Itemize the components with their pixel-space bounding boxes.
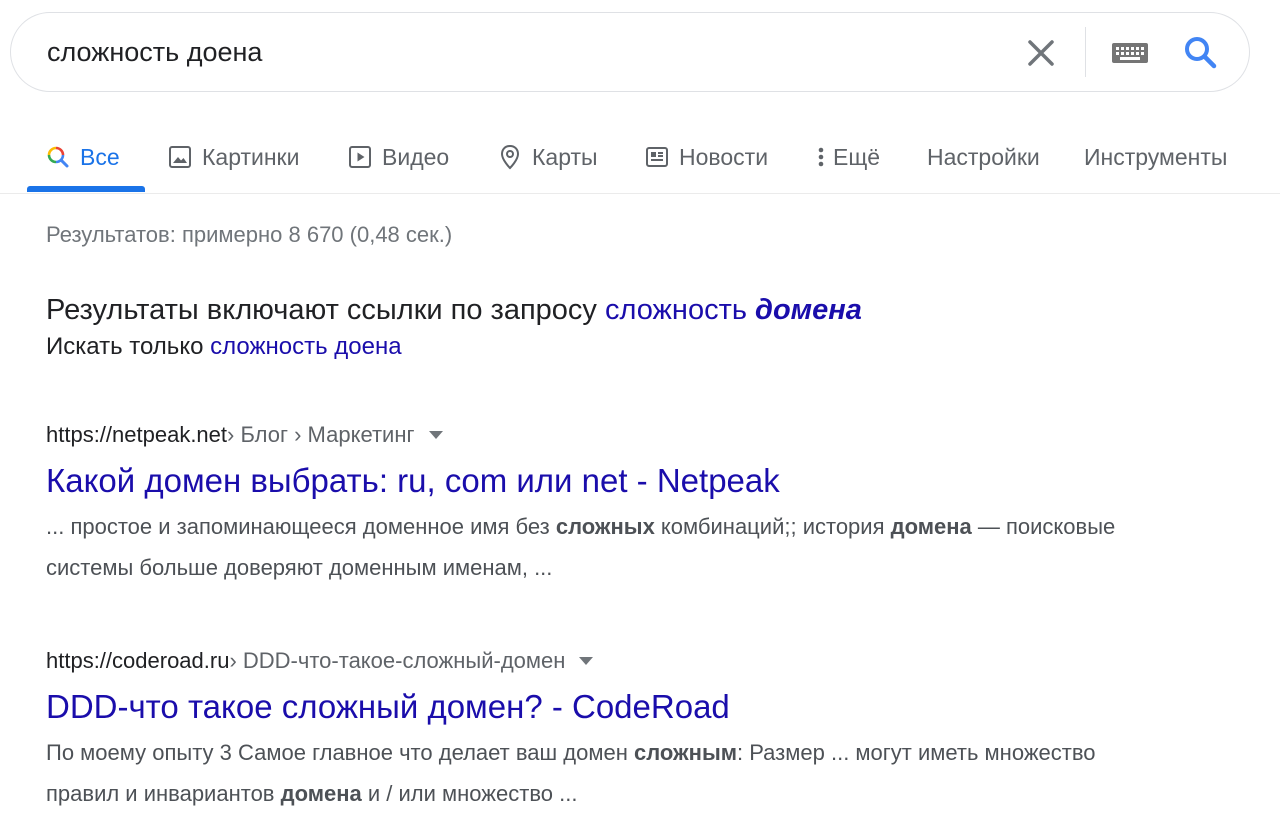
snippet-highlight: сложным	[633, 740, 738, 765]
play-icon	[348, 145, 372, 169]
tab-maps[interactable]: Карты	[498, 120, 598, 194]
tab-news[interactable]: Новости	[645, 120, 768, 194]
spelling-correction: Результаты включают ссылки по запросу сл…	[46, 294, 862, 361]
tab-images[interactable]: Картинки	[168, 120, 299, 194]
tab-label: Картинки	[202, 143, 300, 170]
corrected-query-bold: домена	[755, 294, 862, 326]
more-vert-icon	[815, 145, 827, 169]
corrected-query-link[interactable]: сложность домена	[605, 294, 862, 326]
chevron-down-icon[interactable]	[579, 657, 594, 665]
result-snippet: По моему опыту 3 Самое главное что делае…	[46, 732, 1126, 814]
search-icon[interactable]	[1181, 33, 1221, 73]
active-tab-indicator	[27, 186, 145, 192]
map-pin-icon	[498, 144, 522, 170]
result-breadcrumb: › Блог › Маркетинг	[227, 422, 415, 447]
search-input[interactable]	[47, 35, 947, 69]
snippet-text: ... простое и запоминающееся доменное им…	[46, 514, 556, 539]
original-query-link[interactable]: сложность доена	[210, 333, 401, 360]
result-title-link[interactable]: DDD-что такое сложный домен? - CodeRoad	[46, 688, 1126, 726]
corrected-query-plain: сложность	[604, 294, 747, 326]
search-tabs: Все Картинки Видео Карты Новости Ещё Нас…	[0, 120, 1280, 194]
snippet-text: По моему опыту 3 Самое главное что делае…	[46, 740, 634, 765]
result-url: https://netpeak.net › Блог › Маркетинг	[46, 422, 1126, 448]
keyboard-icon[interactable]	[1111, 40, 1149, 66]
snippet-highlight: домена	[890, 514, 972, 539]
tab-video[interactable]: Видео	[348, 120, 449, 194]
snippet-highlight: домена	[280, 781, 362, 806]
tab-more[interactable]: Ещё	[815, 120, 880, 194]
tab-all[interactable]: Все	[46, 120, 120, 194]
chevron-down-icon[interactable]	[428, 431, 443, 439]
search-divider	[1085, 27, 1086, 77]
result-snippet: ... простое и запоминающееся доменное им…	[46, 506, 1126, 588]
clear-icon[interactable]	[1024, 36, 1058, 70]
result-domain: https://netpeak.net	[46, 422, 228, 447]
result-title-link[interactable]: Какой домен выбрать: ru, com или net - N…	[46, 462, 1126, 500]
result-breadcrumb: › DDD-что-такое-сложный-домен	[229, 648, 566, 673]
tab-label: Карты	[532, 143, 598, 170]
tab-label: Ещё	[833, 143, 881, 170]
search-icon	[46, 145, 70, 169]
result-stats: Результатов: примерно 8 670 (0,48 сек.)	[46, 222, 453, 247]
search-result: https://netpeak.net › Блог › Маркетинг К…	[46, 422, 1126, 588]
original-prefix: Искать только	[46, 333, 204, 360]
tab-tools[interactable]: Инструменты	[1084, 120, 1227, 194]
correction-notice: Результаты включают ссылки по запросу сл…	[46, 294, 862, 327]
snippet-text: и / или множество ...	[361, 781, 578, 806]
tabs-divider	[0, 193, 1280, 194]
snippet-text: комбинаций;; история	[654, 514, 891, 539]
tab-label: Инструменты	[1084, 143, 1228, 170]
image-icon	[168, 145, 192, 169]
result-domain: https://coderoad.ru	[46, 648, 230, 673]
snippet-highlight: сложных	[555, 514, 655, 539]
tab-label: Новости	[679, 143, 769, 170]
tab-label: Все	[80, 143, 120, 170]
search-box	[10, 12, 1250, 92]
tab-label: Настройки	[927, 143, 1040, 170]
tab-settings[interactable]: Настройки	[927, 120, 1040, 194]
news-icon	[645, 145, 669, 169]
tab-label: Видео	[382, 143, 450, 170]
correction-prefix: Результаты включают ссылки по запросу	[46, 294, 597, 326]
search-result: https://coderoad.ru › DDD-что-такое-слож…	[46, 648, 1126, 814]
result-url: https://coderoad.ru › DDD-что-такое-слож…	[46, 648, 1126, 674]
original-query-notice: Искать только сложность доена	[46, 333, 862, 361]
